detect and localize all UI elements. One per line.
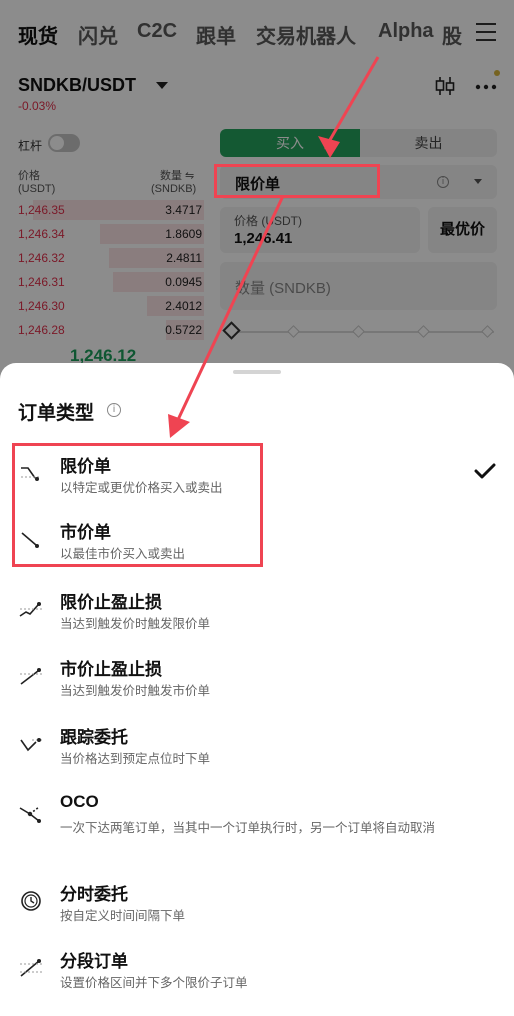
highlight-limit-market-options: [12, 443, 263, 567]
sheet-title: 订单类型: [18, 403, 95, 424]
limit-tpsl-icon: [19, 602, 42, 617]
order-type-description: 设置价格区间并下多个限价子订单: [60, 976, 248, 990]
twap-clock-icon: [21, 891, 41, 911]
order-type-description: 当达到触发价时触发限价单: [60, 617, 211, 631]
order-type-description: 按自定义时间间隔下单: [60, 909, 186, 923]
trailing-order-icon: [20, 738, 42, 752]
sheet-drag-handle[interactable]: [233, 370, 281, 374]
order-type-option[interactable]: 跟踪委托: [60, 723, 128, 748]
order-type-description: 当价格达到预定点位时下单: [60, 752, 211, 766]
order-type-option[interactable]: 分时委托: [60, 880, 128, 905]
oco-icon: [19, 806, 41, 823]
order-type-option[interactable]: 限价止盈止损: [60, 588, 162, 613]
check-icon: [474, 463, 496, 479]
sheet-info-icon[interactable]: i: [107, 403, 121, 417]
order-type-description: 当达到触发价时触发市价单: [60, 684, 211, 698]
order-type-option[interactable]: 市价止盈止损: [60, 655, 162, 680]
market-tpsl-icon: [20, 668, 42, 685]
scaled-order-icon: [20, 959, 42, 977]
order-type-option[interactable]: 分段订单: [60, 947, 128, 972]
order-type-option[interactable]: OCO: [60, 792, 99, 812]
order-type-description: 一次下达两笔订单，当其中一个订单执行时，另一个订单将自动取消: [60, 821, 436, 835]
highlight-order-type-box: [214, 164, 380, 198]
